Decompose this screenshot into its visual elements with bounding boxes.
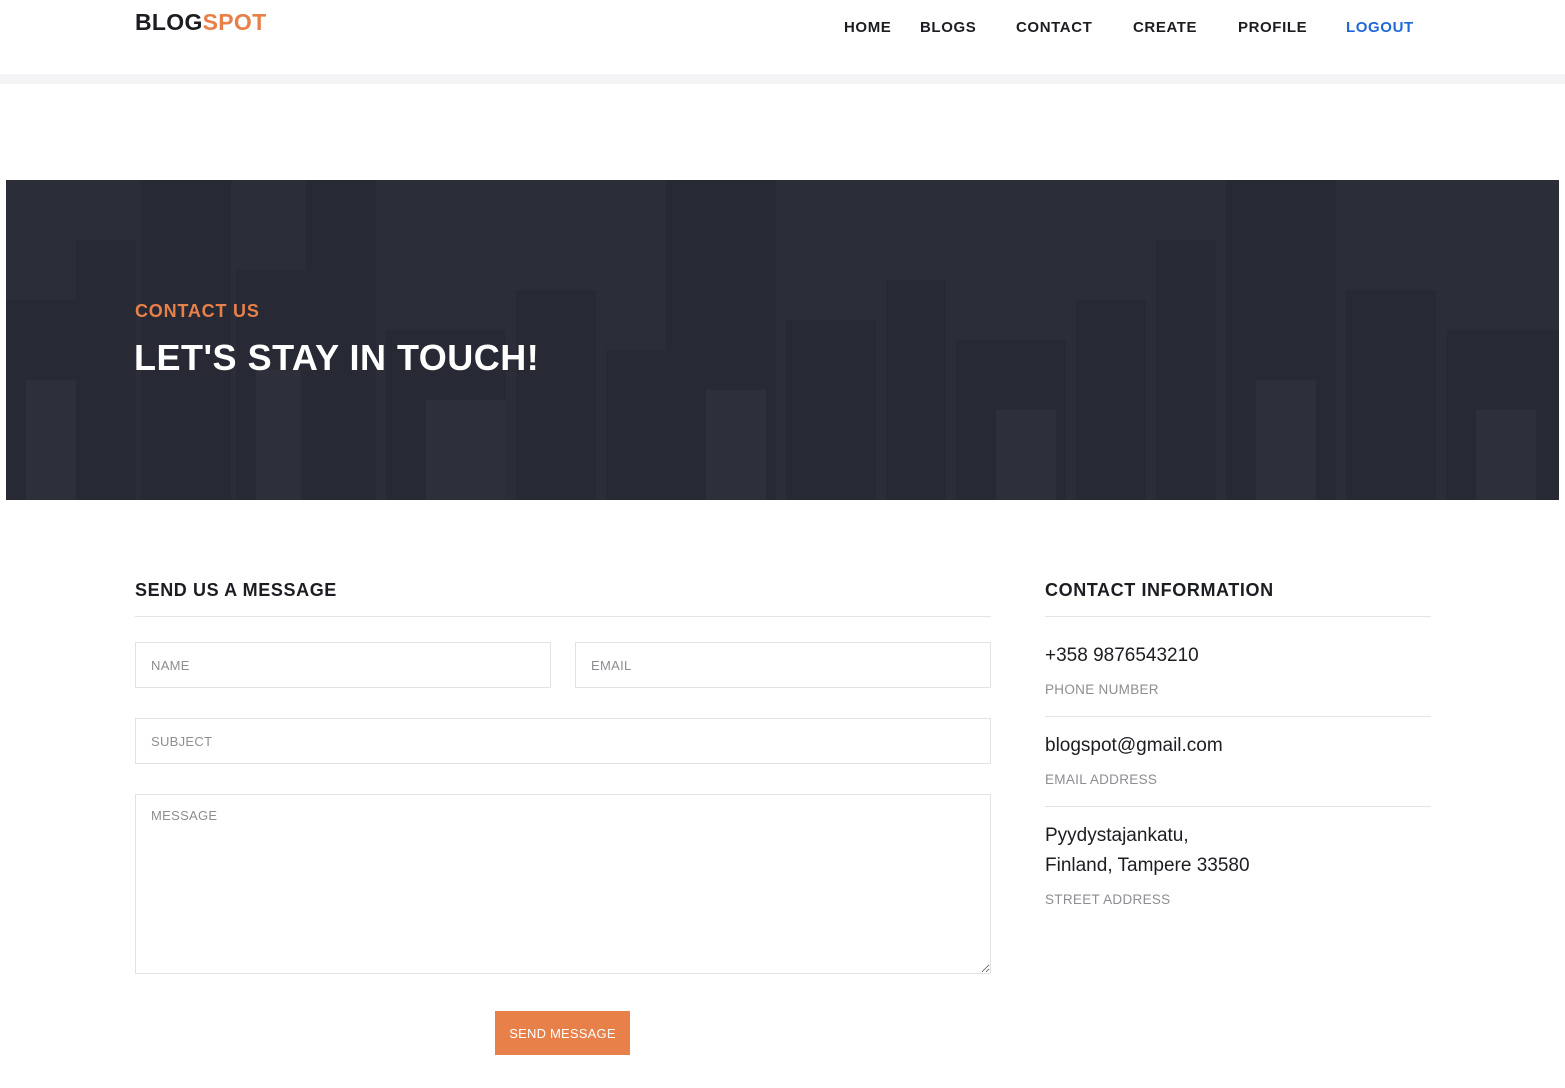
- nav-blogs-link[interactable]: BLOGS: [920, 19, 976, 36]
- site-logo[interactable]: BLOGSPOT: [135, 9, 266, 36]
- phone-number-label: PHONE NUMBER: [1045, 682, 1159, 697]
- form-heading-divider: [135, 616, 991, 617]
- nav-home-link[interactable]: HOME: [844, 19, 891, 36]
- phone-divider: [1045, 716, 1431, 717]
- email-address-label: EMAIL ADDRESS: [1045, 772, 1158, 787]
- logo-text-spot: SPOT: [202, 9, 267, 35]
- nav-logout-link[interactable]: LOGOUT: [1346, 19, 1414, 36]
- send-message-button[interactable]: SEND MESSAGE: [495, 1011, 630, 1055]
- email-divider: [1045, 806, 1431, 807]
- form-heading: SEND US A MESSAGE: [135, 580, 337, 600]
- email-input[interactable]: [575, 642, 991, 688]
- message-textarea[interactable]: [135, 794, 991, 974]
- nav-contact-link[interactable]: CONTACT: [1016, 19, 1092, 36]
- navbar-divider: [0, 74, 1565, 84]
- contact-info-heading: CONTACT INFORMATION: [1045, 580, 1274, 600]
- hero-banner: CONTACT US LET'S STAY IN TOUCH!: [6, 180, 1559, 500]
- nav-create-link[interactable]: CREATE: [1133, 19, 1197, 36]
- subject-input[interactable]: [135, 718, 991, 764]
- street-address-line1: Pyydystajankatu,: [1045, 825, 1189, 846]
- logo-text-blog: BLOG: [135, 9, 203, 35]
- street-address-label: STREET ADDRESS: [1045, 892, 1171, 907]
- nav-profile-link[interactable]: PROFILE: [1238, 19, 1307, 36]
- street-address-line2: Finland, Tampere 33580: [1045, 855, 1250, 876]
- hero-eyebrow: CONTACT US: [135, 301, 260, 321]
- phone-number-value: +358 9876543210: [1045, 645, 1199, 666]
- top-navbar: BLOGSPOT HOME BLOGS CONTACT CREATE PROFI…: [0, 0, 1565, 74]
- name-input[interactable]: [135, 642, 551, 688]
- contact-info-divider: [1045, 616, 1431, 617]
- hero-title: LET'S STAY IN TOUCH!: [134, 337, 540, 378]
- email-address-value: blogspot@gmail.com: [1045, 735, 1223, 756]
